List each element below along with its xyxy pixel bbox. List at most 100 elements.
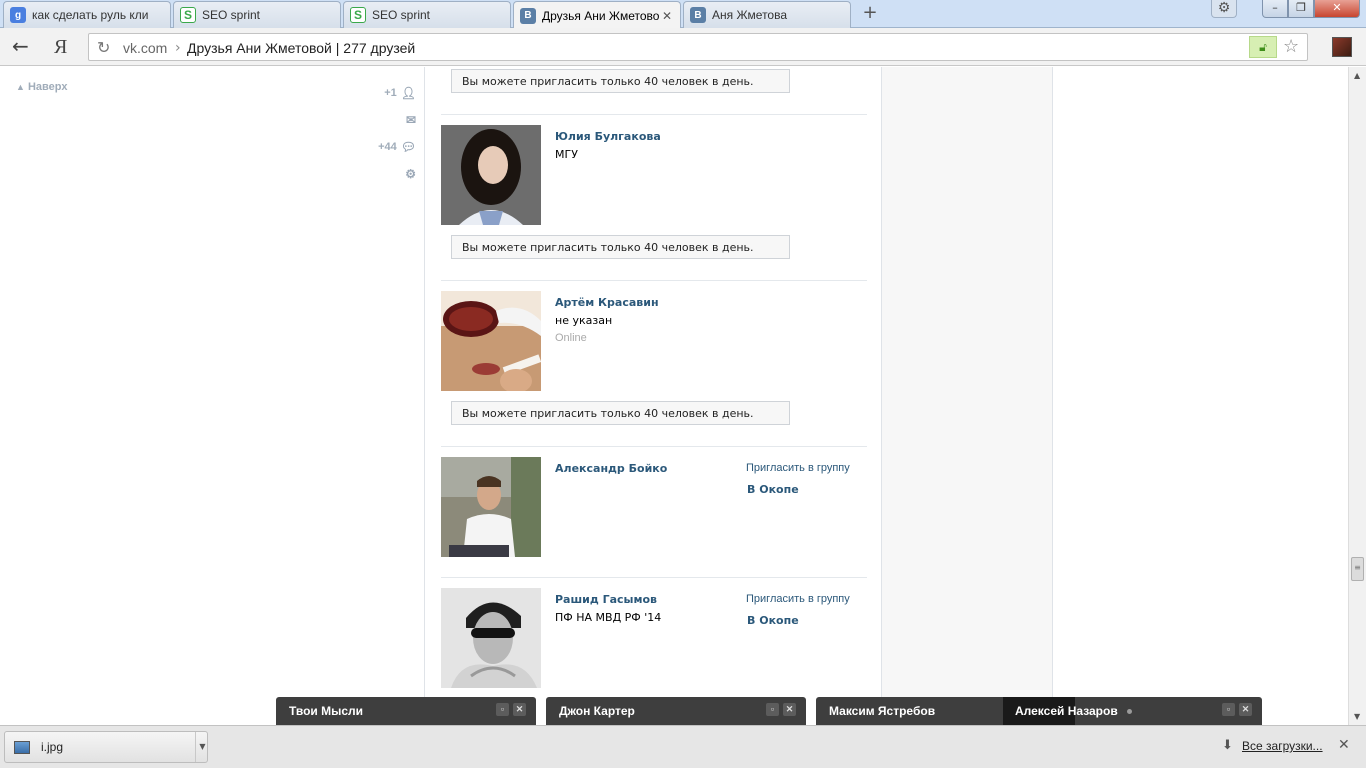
tab-title: Друзья Ани Жметово — [542, 8, 660, 23]
comments-badge[interactable]: +44 💬︎ — [370, 133, 416, 160]
address-domain: vk.com — [123, 40, 168, 56]
tab-close-icon[interactable]: ✕ — [660, 9, 674, 23]
friend-photo[interactable] — [441, 588, 541, 688]
seosprint-icon: S — [350, 7, 366, 23]
seosprint-icon: S — [180, 7, 196, 23]
friend-name-link[interactable]: Юлия Булгакова — [555, 130, 661, 143]
all-downloads-link[interactable]: Все загрузки... — [1242, 739, 1323, 753]
divider — [441, 280, 867, 281]
download-file-name: i.jpg — [41, 740, 64, 754]
page-viewport: ▲ Наверх +1 👤︎ ✉ +44 💬︎ ⚙ Вы можете приг… — [0, 67, 1348, 725]
group-name-link[interactable]: В Окопе — [747, 483, 799, 496]
yandex-logo-icon[interactable]: Я — [54, 36, 67, 59]
address-separator: › — [175, 40, 181, 56]
tab-strip: g как сделать руль кли S SEO sprint S SE… — [0, 0, 1366, 29]
left-sidebar: ▲ Наверх +1 👤︎ ✉ +44 💬︎ ⚙ — [0, 67, 424, 725]
online-dot-icon — [1127, 709, 1133, 715]
online-status: Online — [555, 332, 587, 344]
invite-limit-notice: Вы можете пригласить только 40 человек в… — [451, 401, 790, 425]
scroll-to-top-label: Наверх — [27, 81, 68, 93]
person-icon: 👤︎ — [400, 85, 416, 100]
invite-to-group-link[interactable]: Пригласить в группу — [746, 593, 850, 605]
chat-close-icon[interactable]: ✕ — [1239, 703, 1252, 716]
gear-icon: ⚙ — [405, 166, 416, 181]
download-menu-arrow-icon[interactable]: ▼ — [195, 732, 209, 762]
invite-to-group-link[interactable]: Пригласить в группу — [746, 462, 850, 474]
invite-limit-notice: Вы можете пригласить только 40 человек в… — [451, 69, 790, 93]
messages-badge[interactable]: ✉ — [370, 106, 416, 133]
up-triangle-icon: ▲ — [16, 82, 25, 92]
scroll-to-top-link[interactable]: ▲ Наверх — [16, 81, 67, 93]
chat-tab-name: Джон Картер — [559, 704, 635, 718]
friend-name-link[interactable]: Рашид Гасымов — [555, 593, 657, 606]
chat-tab-name: Твои Мысли — [289, 704, 364, 718]
secure-lock-icon[interactable]: 🔓︎ — [1249, 36, 1277, 58]
chat-close-icon[interactable]: ✕ — [783, 703, 796, 716]
tab-seo-sprint-1[interactable]: S SEO sprint — [173, 1, 341, 28]
vk-icon: B — [690, 7, 706, 23]
friend-name-link[interactable]: Александр Бойко — [555, 462, 667, 475]
profile-avatar[interactable] — [1332, 37, 1352, 57]
chat-popout-icon[interactable]: ▫ — [1222, 703, 1235, 716]
image-file-icon — [14, 741, 30, 754]
tab-seo-sprint-2[interactable]: S SEO sprint — [343, 1, 511, 28]
back-arrow-icon[interactable]: ← — [12, 36, 34, 57]
speech-bubble-icon: 💬︎ — [400, 139, 416, 154]
divider — [441, 114, 867, 115]
chat-tab[interactable]: Алексей Назаров ▫ ✕ — [1002, 697, 1262, 725]
scroll-up-arrow-icon[interactable]: ▲ — [1354, 71, 1360, 80]
right-filter-column — [882, 67, 1053, 725]
chat-popout-icon[interactable]: ▫ — [496, 703, 509, 716]
tab-title: как сделать руль кли — [32, 8, 149, 22]
download-arrow-icon: ⬇ — [1222, 738, 1233, 753]
friend-city: не указан — [555, 314, 613, 327]
chat-tab-name: Максим Ястребов — [829, 704, 936, 718]
friend-photo[interactable] — [441, 291, 541, 391]
close-downloads-bar-icon[interactable]: ✕ — [1338, 737, 1350, 753]
tab-title: SEO sprint — [202, 8, 261, 22]
window-close-button[interactable]: ✕ — [1314, 0, 1360, 18]
divider — [441, 577, 867, 578]
invite-limit-notice: Вы можете пригласить только 40 человек в… — [451, 235, 790, 259]
window-maximize-button[interactable]: ❐ — [1288, 0, 1314, 18]
friend-name-link[interactable]: Артём Красавин — [555, 296, 659, 309]
scroll-down-arrow-icon[interactable]: ▼ — [1354, 712, 1360, 721]
settings-badge[interactable]: ⚙ — [370, 160, 416, 187]
tab-title: SEO sprint — [372, 8, 431, 22]
group-name-link[interactable]: В Окопе — [747, 614, 799, 627]
friend-photo[interactable] — [441, 125, 541, 225]
chat-popout-icon[interactable]: ▫ — [766, 703, 779, 716]
badge-count: +1 — [384, 86, 397, 99]
reload-icon[interactable]: ↻ — [97, 38, 110, 57]
friend-university: ПФ НА МВД РФ '14 — [555, 611, 662, 624]
scroll-thumb[interactable]: ≡ — [1351, 557, 1364, 581]
new-tab-button[interactable]: + — [860, 4, 880, 23]
notification-icons: +1 👤︎ ✉ +44 💬︎ ⚙ — [370, 79, 416, 187]
browser-settings-gear-icon[interactable]: ⚙ — [1211, 0, 1237, 18]
mail-icon: ✉ — [405, 112, 416, 127]
downloads-bar: i.jpg ▼ ⬇ Все загрузки... ✕ — [0, 725, 1366, 768]
divider — [441, 446, 867, 447]
download-item[interactable]: i.jpg ▼ — [4, 731, 208, 763]
window-minimize-button[interactable]: – — [1262, 0, 1288, 18]
browser-toolbar: ← Я ↻ vk.com › Друзья Ани Жметовой | 277… — [0, 28, 1366, 66]
address-page-title: Друзья Ани Жметовой | 277 друзей — [187, 40, 416, 56]
tab-title: Аня Жметова — [712, 8, 788, 22]
badge-count: +44 — [378, 140, 397, 153]
tab-friends-active[interactable]: B Друзья Ани Жметово ✕ — [513, 1, 681, 29]
friend-photo[interactable] — [441, 457, 541, 557]
chat-close-icon[interactable]: ✕ — [513, 703, 526, 716]
chat-tab[interactable]: Джон Картер ▫ ✕ — [546, 697, 806, 725]
bookmark-star-icon[interactable]: ☆ — [1283, 36, 1299, 57]
google-icon: g — [10, 7, 26, 23]
friends-list: Вы можете пригласить только 40 человек в… — [424, 67, 882, 725]
address-bar[interactable]: ↻ vk.com › Друзья Ани Жметовой | 277 дру… — [88, 33, 1308, 61]
friend-university: МГУ — [555, 148, 578, 161]
friend-requests-badge[interactable]: +1 👤︎ — [370, 79, 416, 106]
tab-google-search[interactable]: g как сделать руль кли — [3, 1, 171, 28]
vk-icon: B — [520, 7, 536, 24]
chat-tab-name: Алексей Назаров — [1015, 704, 1118, 718]
tab-anya-profile[interactable]: B Аня Жметова — [683, 1, 851, 28]
page-scrollbar[interactable]: ▲ ≡ ▼ — [1348, 67, 1366, 725]
chat-tab[interactable]: Твои Мысли ▫ ✕ — [276, 697, 536, 725]
